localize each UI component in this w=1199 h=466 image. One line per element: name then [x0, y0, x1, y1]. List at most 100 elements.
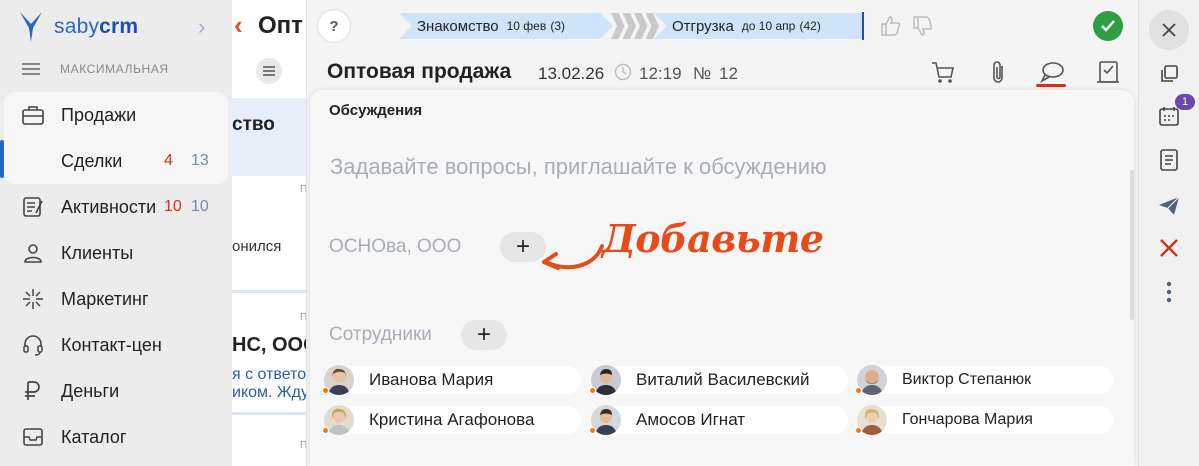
complete-check-button[interactable] — [1093, 11, 1123, 41]
sidebar-item-label: Сделки — [61, 150, 123, 171]
new-window-button[interactable] — [1155, 60, 1183, 88]
windows-icon — [1161, 65, 1178, 82]
employee-chip[interactable]: Кристина Агафонова — [322, 405, 581, 435]
app-logo[interactable]: sabycrm — [18, 10, 138, 44]
sidebar-item-activities[interactable]: Активности 10 10 — [0, 184, 232, 230]
employee-name: Виктор Степанюк — [902, 371, 1032, 388]
organization-name: ОСНОва, ООО — [329, 236, 462, 257]
more-vertical-icon — [1166, 281, 1172, 303]
cart-icon[interactable] — [929, 58, 957, 86]
sidebar-item-marketing[interactable]: Маркетинг — [0, 276, 232, 322]
documents-button[interactable] — [1155, 146, 1183, 174]
checklist-icon — [20, 194, 46, 220]
sidebar: sabycrm › МАКСИМАЛЬНАЯ Продажи Сделки 4 … — [0, 0, 232, 466]
list-item-title[interactable]: НС, ООО — [232, 334, 306, 357]
sidebar-item-clients[interactable]: Клиенты — [0, 230, 232, 276]
thumbs-down-icon[interactable] — [911, 14, 935, 38]
list-item-selected[interactable] — [232, 98, 306, 176]
briefcase-icon — [20, 102, 46, 128]
more-menu-button[interactable] — [1155, 278, 1183, 306]
logo-text-light: saby — [54, 15, 100, 38]
employees-label: Сотрудники — [329, 324, 432, 345]
stage-date: 10 фев — [506, 19, 547, 33]
sidebar-item-label: Продажи — [61, 104, 137, 125]
stage-acquaintance[interactable]: Знакомство 10 фев (3) — [399, 13, 613, 39]
calendar-badge: 1 — [1175, 94, 1195, 110]
stage-count: (42) — [799, 19, 821, 33]
activities-count-new: 10 — [164, 198, 182, 215]
employee-chip[interactable]: Иванова Мария — [322, 365, 581, 395]
check-icon — [1101, 20, 1115, 32]
deal-title: Оптовая продажа — [327, 60, 512, 83]
employee-name: Виталий Василевский — [636, 370, 810, 389]
sidebar-item-label: Активности — [61, 196, 157, 217]
deal-date[interactable]: 13.02.26 — [538, 64, 604, 84]
status-dot — [322, 387, 329, 394]
stage-end-marker — [862, 12, 864, 40]
employee-chip[interactable]: Амосов Игнат — [589, 405, 848, 435]
status-dot — [855, 387, 862, 394]
sidebar-item-money[interactable]: Деньги — [0, 368, 232, 414]
employee-chip[interactable]: Виктор Степанюк — [855, 365, 1114, 395]
menu-mode[interactable]: МАКСИМАЛЬНАЯ — [22, 62, 169, 76]
discussion-title: Обсуждения — [329, 102, 423, 119]
thumbs-up-icon[interactable] — [879, 14, 903, 38]
send-button[interactable] — [1155, 192, 1183, 220]
employee-chip[interactable]: Гончарова Мария — [855, 405, 1114, 435]
deals-list: ‹ Опт ство П онился П НС, ООО я с ответо… — [232, 0, 306, 466]
close-icon — [1162, 23, 1176, 37]
employee-name: Амосов Игнат — [636, 410, 746, 429]
sidebar-item-sales[interactable]: Продажи — [0, 92, 232, 138]
list-item-title: ство — [232, 114, 275, 135]
status-dot — [855, 427, 862, 434]
employee-chip[interactable]: Виталий Василевский — [589, 365, 848, 395]
list-separator — [232, 290, 306, 293]
sidebar-item-label: Контакт-центр — [61, 334, 161, 355]
saby-logo-icon — [20, 12, 42, 42]
employee-name: Иванова Мария — [369, 370, 494, 389]
stage-date: до 10 апр — [741, 19, 796, 33]
list-item-text: я с ответо — [232, 366, 306, 383]
client-icon — [20, 240, 46, 266]
sidebar-item-label: Деньги — [61, 380, 120, 401]
logo-text-bold: crm — [99, 15, 139, 38]
sidebar-item-catalog[interactable]: Каталог — [0, 414, 232, 460]
hint-callout: Добавьте — [602, 216, 824, 261]
delete-button[interactable] — [1155, 234, 1183, 262]
list-item-subtitle[interactable]: онился — [232, 238, 281, 255]
menu-burger-icon[interactable] — [22, 63, 40, 75]
paper-plane-icon — [1159, 196, 1180, 215]
discussion-icon[interactable] — [1038, 58, 1066, 86]
close-button[interactable] — [1149, 10, 1189, 50]
back-chevron-icon[interactable]: ‹ — [234, 10, 243, 41]
deal-number-label: № — [693, 64, 712, 83]
sidebar-item-contact-center[interactable]: Контакт-центр — [0, 322, 232, 368]
sidebar-item-deals[interactable]: Сделки 4 13 — [0, 138, 232, 184]
tray-icon — [20, 424, 46, 450]
stage-shipment[interactable]: Отгрузка до 10 апр (42) — [654, 13, 864, 39]
sidebar-item-label: Маркетинг — [61, 288, 149, 309]
deal-card: ? Знакомство 10 фев (3) Отгрузка до 10 а… — [306, 0, 1138, 466]
discussion-input[interactable]: Задавайте вопросы, приглашайте к обсужде… — [330, 154, 827, 180]
deal-number: 12 — [719, 64, 738, 83]
employee-name: Кристина Агафонова — [369, 410, 535, 429]
help-button[interactable]: ? — [317, 9, 351, 43]
collapse-sidebar-chevron-icon[interactable]: › — [198, 14, 205, 40]
list-separator — [232, 412, 306, 415]
deal-time[interactable]: 12:19 — [639, 64, 682, 84]
discussion-panel: Обсуждения Задавайте вопросы, приглашайт… — [310, 90, 1134, 466]
list-item-text: иком. Жду — [232, 384, 306, 401]
hint-arrow-icon — [542, 244, 604, 270]
status-dot — [322, 427, 329, 434]
add-employee-button[interactable]: + — [461, 320, 507, 350]
paperclip-icon[interactable] — [984, 58, 1012, 86]
stage-skipped-arrows — [611, 13, 659, 39]
status-dot — [589, 387, 596, 394]
activities-count-total: 10 — [191, 198, 209, 215]
signed-document-icon[interactable] — [1094, 58, 1122, 86]
list-title: Опт — [258, 12, 303, 39]
clock-icon — [614, 63, 632, 81]
sparkle-icon — [20, 286, 46, 312]
scrollbar[interactable] — [1130, 170, 1134, 320]
list-menu-icon[interactable] — [256, 58, 282, 84]
